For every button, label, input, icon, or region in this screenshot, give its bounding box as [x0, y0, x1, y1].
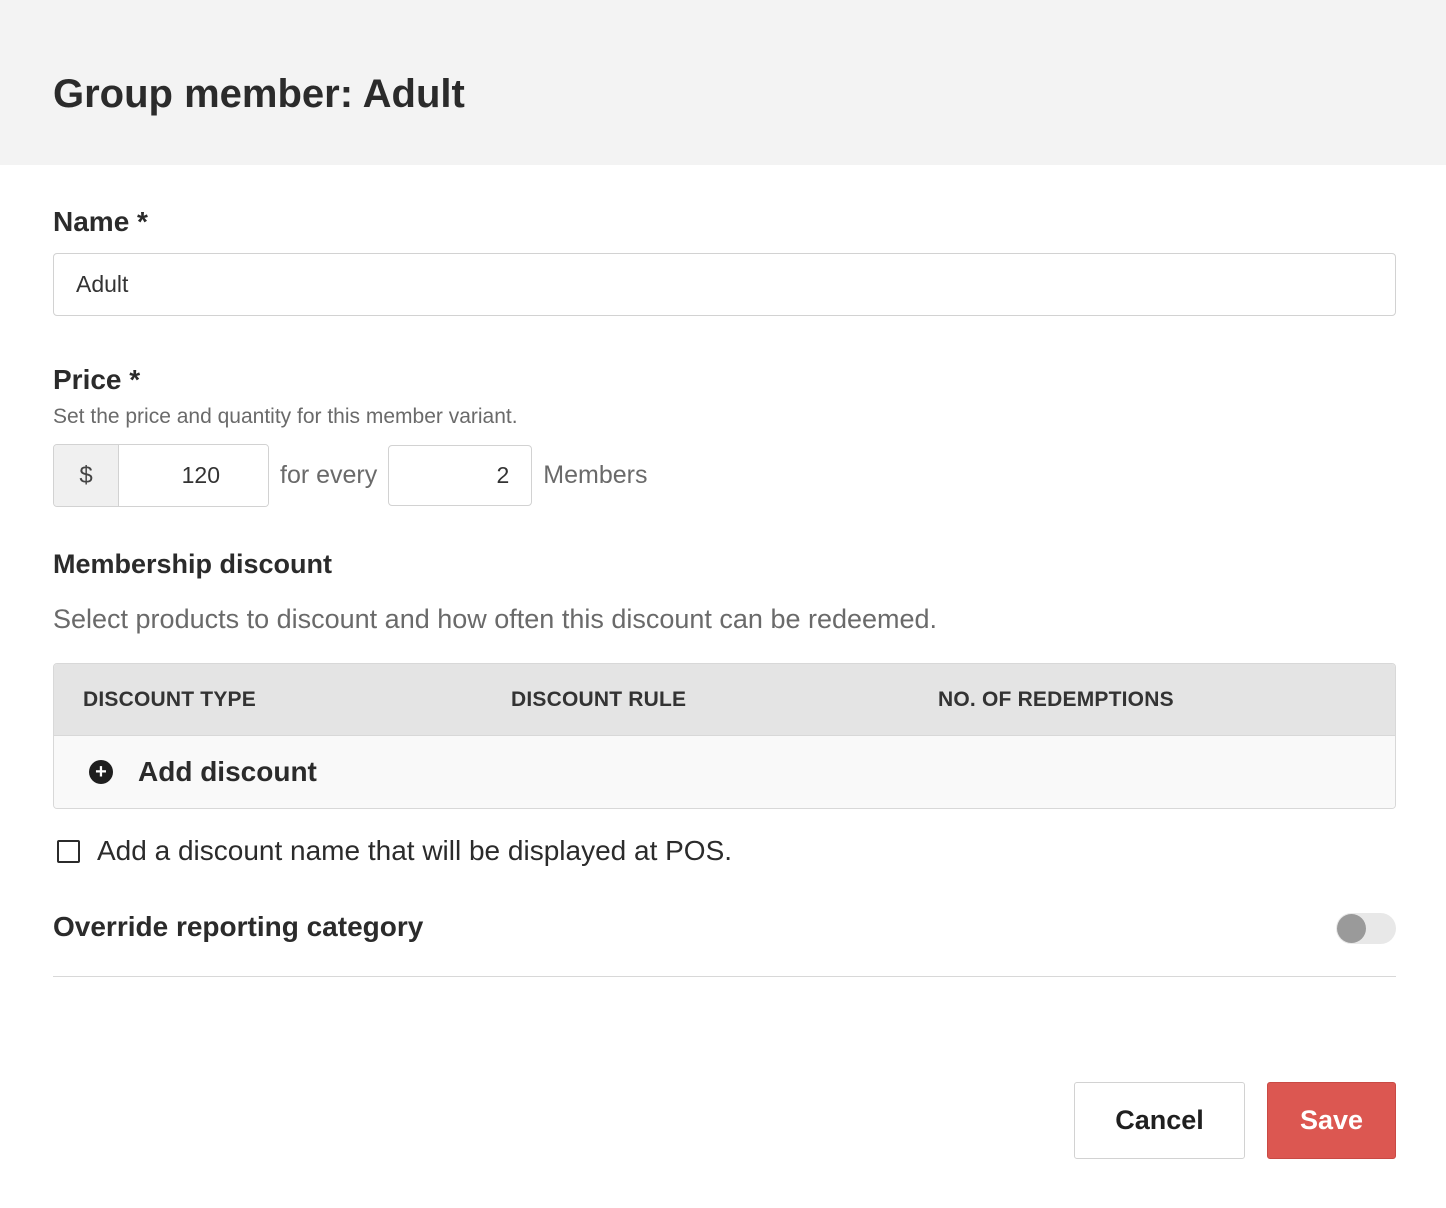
column-header-discount-rule: DISCOUNT RULE — [511, 688, 687, 711]
discount-table-body: + Add discount — [54, 736, 1395, 808]
save-button[interactable]: Save — [1267, 1082, 1396, 1159]
membership-discount-title: Membership discount — [53, 549, 333, 579]
pos-discount-name-option: Add a discount name that will be display… — [57, 835, 732, 867]
price-help-text: Set the price and quantity for this memb… — [53, 405, 518, 428]
name-label: Name * — [53, 206, 148, 237]
members-unit-text: Members — [543, 461, 648, 489]
pos-discount-name-label: Add a discount name that will be display… — [97, 835, 733, 866]
member-quantity-input[interactable] — [388, 445, 533, 506]
price-label: Price * — [53, 364, 141, 395]
price-amount-input[interactable] — [119, 445, 268, 506]
pos-discount-name-checkbox[interactable] — [57, 839, 80, 863]
for-every-text: for every — [280, 461, 378, 489]
discount-table: DISCOUNT TYPE DISCOUNT RULE NO. OF REDEM… — [53, 663, 1396, 809]
toggle-knob — [1337, 914, 1366, 943]
discount-table-header: DISCOUNT TYPE DISCOUNT RULE NO. OF REDEM… — [54, 664, 1395, 736]
column-header-redemptions: NO. OF REDEMPTIONS — [938, 688, 1174, 711]
override-reporting-toggle[interactable] — [1336, 913, 1396, 944]
add-discount-button[interactable]: + Add discount — [89, 756, 317, 788]
name-input[interactable] — [53, 253, 1396, 316]
section-divider — [53, 976, 1396, 977]
override-reporting-label: Override reporting category — [53, 911, 424, 942]
plus-circle-icon: + — [89, 760, 113, 784]
page-header: Group member: Adult — [0, 0, 1446, 165]
membership-discount-help: Select products to discount and how ofte… — [53, 604, 938, 634]
price-row: $ for every Members — [53, 444, 658, 507]
add-discount-label: Add discount — [138, 756, 317, 787]
currency-prefix: $ — [54, 445, 119, 506]
column-header-discount-type: DISCOUNT TYPE — [83, 688, 256, 711]
page-title: Group member: Adult — [53, 72, 465, 116]
price-input-group: $ — [53, 444, 269, 507]
cancel-button[interactable]: Cancel — [1074, 1082, 1245, 1159]
